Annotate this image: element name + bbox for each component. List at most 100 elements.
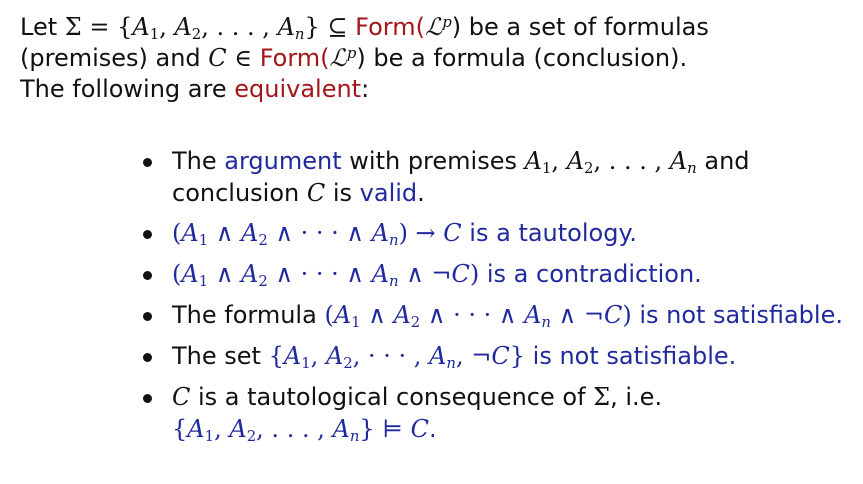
math-symbol: ∈: [226, 44, 260, 72]
list-item: The set {A1, A2, · · · , An, ¬C} is not …: [143, 340, 843, 372]
subscript: 1: [351, 313, 361, 332]
item-text: .: [417, 179, 425, 207]
slide: Let Σ = {A1, A2, . . . , An} ⊆ Form(ℒp) …: [0, 0, 863, 484]
math-symbol: ,: [214, 415, 230, 443]
sigma-symbol: Σ: [593, 383, 611, 411]
bullet-icon: [143, 353, 152, 362]
intro-line-2: (premises) and C ∈ Form(ℒp) be a formula…: [20, 43, 709, 74]
var-c: C: [208, 44, 227, 72]
var-a: A: [371, 219, 389, 247]
subscript: 2: [258, 272, 268, 291]
valid-term: valid: [359, 179, 418, 207]
var-a: A: [429, 342, 447, 370]
math-symbol: , · · · ,: [352, 342, 430, 370]
math-symbol: ∧: [208, 260, 242, 288]
equivalence-list: The argument with premises A1, A2, . . .…: [143, 145, 843, 454]
math-symbol: ∧ · · · ∧: [267, 260, 372, 288]
subscript: n: [388, 231, 399, 250]
var-a: A: [371, 260, 389, 288]
item-text: is not satisfiable.: [631, 301, 843, 329]
item-text: is not satisfiable.: [525, 342, 737, 370]
var-a: A: [332, 415, 350, 443]
item-text: .: [428, 415, 437, 443]
subscript: n: [446, 354, 456, 373]
form-term: Form(: [355, 13, 425, 41]
intro-text: be a formula (conclusion).: [365, 44, 688, 72]
math-symbol: ): [356, 44, 366, 72]
subscript: 2: [191, 25, 202, 44]
math-symbol: , . . . ,: [593, 147, 670, 175]
item-text: with premises: [341, 147, 525, 175]
item-text: , i.e.: [610, 383, 663, 411]
subscript: 2: [410, 313, 421, 332]
intro-text: be a set of formulas: [461, 13, 709, 41]
subscript: n: [294, 25, 305, 44]
var-c: C: [443, 219, 462, 247]
math-symbol: ): [622, 301, 632, 329]
var-a: A: [566, 147, 585, 175]
var-c: C: [172, 383, 191, 411]
var-a: A: [181, 260, 199, 288]
math-symbol: , ¬: [455, 342, 492, 370]
argument-term: argument: [224, 147, 342, 175]
bullet-icon: [143, 271, 152, 280]
var-a: A: [524, 301, 542, 329]
intro-text: (premises) and: [20, 44, 209, 72]
var-a: A: [241, 219, 259, 247]
item-text: The set: [172, 342, 269, 370]
math-symbol: ∧ · · · ∧: [420, 301, 525, 329]
math-symbol: } ⊨: [359, 415, 411, 443]
math-symbol: (: [172, 260, 182, 288]
subscript: 1: [204, 427, 215, 446]
math-symbol: ∧: [208, 219, 242, 247]
var-a: A: [325, 342, 344, 370]
math-symbol: ) →: [398, 219, 444, 247]
superscript: p: [346, 43, 357, 62]
list-item: The argument with premises A1, A2, . . .…: [143, 145, 843, 209]
math-symbol: ): [469, 260, 480, 288]
math-symbol: ): [451, 13, 462, 41]
intro-paragraph: Let Σ = {A1, A2, . . . , An} ⊆ Form(ℒp) …: [20, 12, 709, 105]
math-symbol: , . . . ,: [201, 13, 278, 41]
subscript: 1: [541, 159, 552, 178]
math-symbol: , . . . ,: [256, 415, 333, 443]
intro-text: :: [361, 75, 370, 103]
list-item: C is a tautological consequence of Σ, i.…: [143, 381, 843, 445]
subscript: 2: [258, 231, 268, 250]
var-a: A: [187, 415, 205, 443]
equivalent-term: equivalent: [234, 75, 362, 103]
bullet-icon: [143, 394, 152, 403]
math-symbol: ,: [310, 342, 326, 370]
subscript: n: [541, 313, 551, 332]
item-text: is a tautology.: [461, 219, 637, 247]
math-symbol: (: [172, 219, 182, 247]
item-line: {A1, A2, . . . , An} ⊨ C.: [172, 413, 843, 445]
math-symbol: (: [324, 301, 334, 329]
var-c: C: [451, 260, 470, 288]
language-symbol: ℒ: [329, 44, 347, 72]
intro-text: Let: [20, 13, 65, 41]
math-symbol: ,: [551, 147, 567, 175]
bullet-icon: [143, 230, 152, 239]
list-item: (A1 ∧ A2 ∧ · · · ∧ An ∧ ¬C) is a contrad…: [143, 258, 843, 290]
math-symbol: ,: [159, 13, 175, 41]
language-symbol: ℒ: [424, 13, 443, 41]
item-line: C is a tautological consequence of Σ, i.…: [172, 381, 843, 413]
list-item: The formula (A1 ∧ A2 ∧ · · · ∧ An ∧ ¬C) …: [143, 299, 843, 331]
math-symbol: ∧ ¬: [398, 260, 452, 288]
var-c: C: [306, 179, 326, 207]
var-a: A: [283, 342, 302, 370]
subscript: 2: [343, 354, 353, 373]
item-text: is a contradiction.: [479, 260, 702, 288]
var-a: A: [393, 301, 411, 329]
math-symbol: ∧: [360, 301, 394, 329]
form-term: Form(: [259, 44, 330, 72]
item-text: The formula: [172, 301, 325, 329]
intro-line-1: Let Σ = {A1, A2, . . . , An} ⊆ Form(ℒp) …: [20, 12, 709, 43]
var-a: A: [174, 13, 192, 41]
var-a: A: [181, 219, 199, 247]
math-symbol: } ⊆: [304, 13, 356, 41]
bullet-icon: [143, 312, 152, 321]
item-text: is a tautological consequence of: [190, 383, 594, 411]
math-symbol: ∧ · · · ∧: [267, 219, 372, 247]
